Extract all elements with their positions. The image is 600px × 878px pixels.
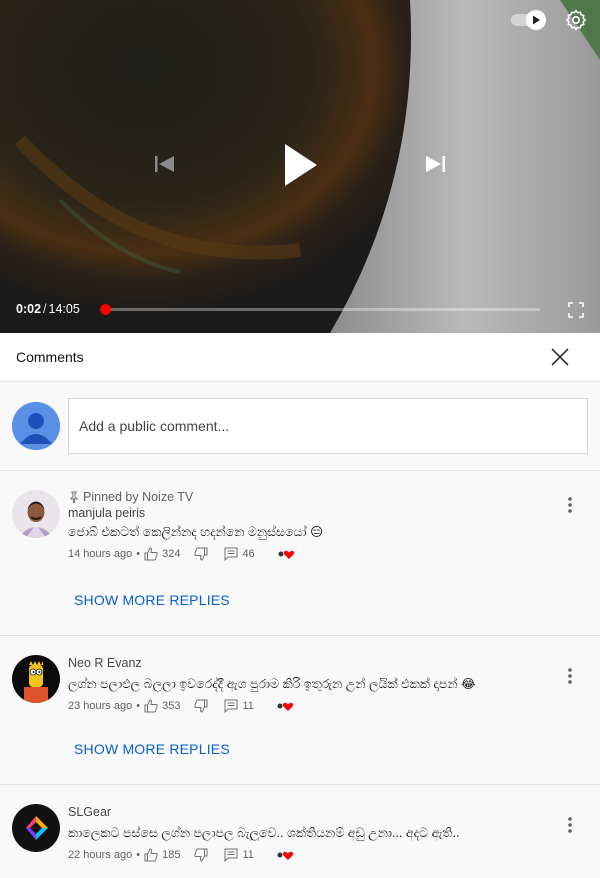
previous-button[interactable] — [150, 150, 178, 178]
comment-thread: SLGear කාලෙකට පස්සෙ ලග්න පලාපල බැලුවෙ.. … — [0, 785, 600, 877]
comment-author[interactable]: SLGear — [68, 805, 560, 819]
like-button[interactable] — [144, 848, 158, 862]
comment-body: SLGear කාලෙකට පස්සෙ ලග්න පලාපල බැලුවෙ.. … — [68, 805, 560, 862]
current-time: 0:02 — [16, 302, 42, 316]
creator-heart-icon — [278, 550, 294, 559]
meta-dot: • — [136, 700, 141, 712]
reply-button[interactable] — [224, 547, 238, 561]
commenter-avatar[interactable] — [12, 655, 60, 703]
autoplay-toggle[interactable] — [510, 8, 548, 32]
avatar-cartoon-icon — [12, 655, 60, 703]
gear-icon — [565, 9, 587, 31]
comment-time: 14 hours ago — [68, 548, 133, 560]
add-comment-input[interactable]: Add a public comment... — [68, 398, 588, 454]
creator-heart-icon — [277, 851, 294, 860]
thumbs-up-icon — [144, 547, 158, 561]
comment-thread: Neo R Evanz ලග්න පලාඵල බලලා ඉවරෙද්දී ඇග … — [0, 636, 600, 785]
pinned-label: Pinned by Noize TV — [68, 490, 560, 504]
reply-icon — [224, 699, 238, 713]
comment-body: Neo R Evanz ලග්න පලාඵල බලලා ඉවරෙද්දී ඇග … — [68, 656, 560, 713]
pin-icon — [70, 491, 78, 503]
reply-count: 11 — [242, 849, 254, 861]
play-icon — [285, 144, 317, 186]
creator-heart — [277, 547, 297, 561]
like-count: 324 — [162, 548, 181, 560]
commenter-avatar[interactable] — [12, 804, 60, 852]
comments-header: Comments — [0, 333, 600, 382]
settings-button[interactable] — [562, 6, 590, 34]
thumbs-down-icon — [194, 547, 208, 561]
more-vert-icon — [568, 817, 572, 833]
skip-next-icon — [426, 156, 445, 172]
comment-author[interactable]: manjula peiris — [68, 506, 560, 520]
duration: 14:05 — [48, 302, 80, 316]
creator-heart — [276, 848, 296, 862]
time-display: 0:02/14:05 — [16, 302, 80, 316]
fullscreen-icon — [568, 302, 584, 318]
reply-count: 46 — [242, 548, 255, 560]
thumbs-down-icon — [194, 699, 208, 713]
comment-time: 22 hours ago — [68, 849, 133, 861]
more-vert-icon — [568, 668, 572, 684]
meta-dot: • — [136, 548, 141, 560]
thumbs-down-icon — [194, 848, 208, 862]
creator-heart-icon — [277, 702, 294, 711]
like-button[interactable] — [144, 547, 158, 561]
next-button[interactable] — [422, 150, 450, 178]
avatar-photo-icon — [12, 490, 60, 538]
meta-dot: • — [136, 849, 141, 861]
thumbs-up-icon — [144, 699, 158, 713]
play-button[interactable] — [278, 138, 322, 192]
reply-icon — [224, 848, 238, 862]
pinned-text: Pinned by Noize TV — [83, 490, 194, 504]
comment-menu-button[interactable] — [566, 665, 574, 687]
commenter-avatar[interactable] — [12, 490, 60, 538]
more-vert-icon — [568, 497, 572, 513]
comment-text: ලග්න පලාඵල බලලා ඉවරෙද්දී ඇග පුරාම කිරි ඉ… — [68, 677, 476, 691]
dislike-button[interactable] — [194, 547, 208, 561]
comment-text: ජොබ් එකටත් කෙලින්නද හදන්නෙ මනුස්සයෝ 😑 — [68, 525, 324, 539]
dislike-button[interactable] — [194, 699, 208, 713]
close-icon — [551, 348, 569, 366]
comment-time: 23 hours ago — [68, 700, 133, 712]
reply-count: 11 — [242, 700, 254, 712]
reply-button[interactable] — [224, 848, 238, 862]
time-separator: / — [43, 302, 47, 316]
add-comment-row: Add a public comment... — [0, 382, 600, 471]
comment-author[interactable]: Neo R Evanz — [68, 656, 560, 670]
show-more-replies-button[interactable]: SHOW MORE REPLIES — [74, 741, 230, 757]
seek-bar[interactable] — [100, 304, 540, 315]
like-button[interactable] — [144, 699, 158, 713]
my-avatar — [12, 402, 60, 450]
avatar-logo-icon — [12, 804, 60, 852]
default-avatar-icon — [12, 402, 60, 450]
comment-menu-button[interactable] — [566, 494, 574, 516]
comment-text: කාලෙකට පස්සෙ ලග්න පලාපල බැලුවෙ.. ශක්තියන… — [68, 826, 460, 840]
like-count: 353 — [162, 700, 181, 712]
dislike-button[interactable] — [194, 848, 208, 862]
show-more-replies-button[interactable]: SHOW MORE REPLIES — [74, 592, 230, 608]
comment-meta: 22 hours ago • 185 11 — [68, 848, 560, 862]
skip-previous-icon — [155, 156, 174, 172]
comment-body: Pinned by Noize TV manjula peiris ජොබ් එ… — [68, 490, 560, 561]
like-count: 185 — [162, 849, 181, 861]
add-comment-placeholder: Add a public comment... — [79, 418, 230, 434]
comment-meta: 14 hours ago • 324 46 — [68, 547, 560, 561]
comment-meta: 23 hours ago • 353 11 — [68, 699, 560, 713]
creator-heart — [276, 699, 296, 713]
comments-title: Comments — [16, 349, 84, 365]
comment-thread: Pinned by Noize TV manjula peiris ජොබ් එ… — [0, 471, 600, 636]
comment-menu-button[interactable] — [566, 814, 574, 836]
reply-icon — [224, 547, 238, 561]
video-player[interactable]: 0:02/14:05 — [0, 0, 600, 333]
autoplay-toggle-icon — [511, 10, 546, 30]
thumbs-up-icon — [144, 848, 158, 862]
close-comments-button[interactable] — [548, 345, 572, 369]
fullscreen-button[interactable] — [566, 300, 586, 320]
reply-button[interactable] — [224, 699, 238, 713]
